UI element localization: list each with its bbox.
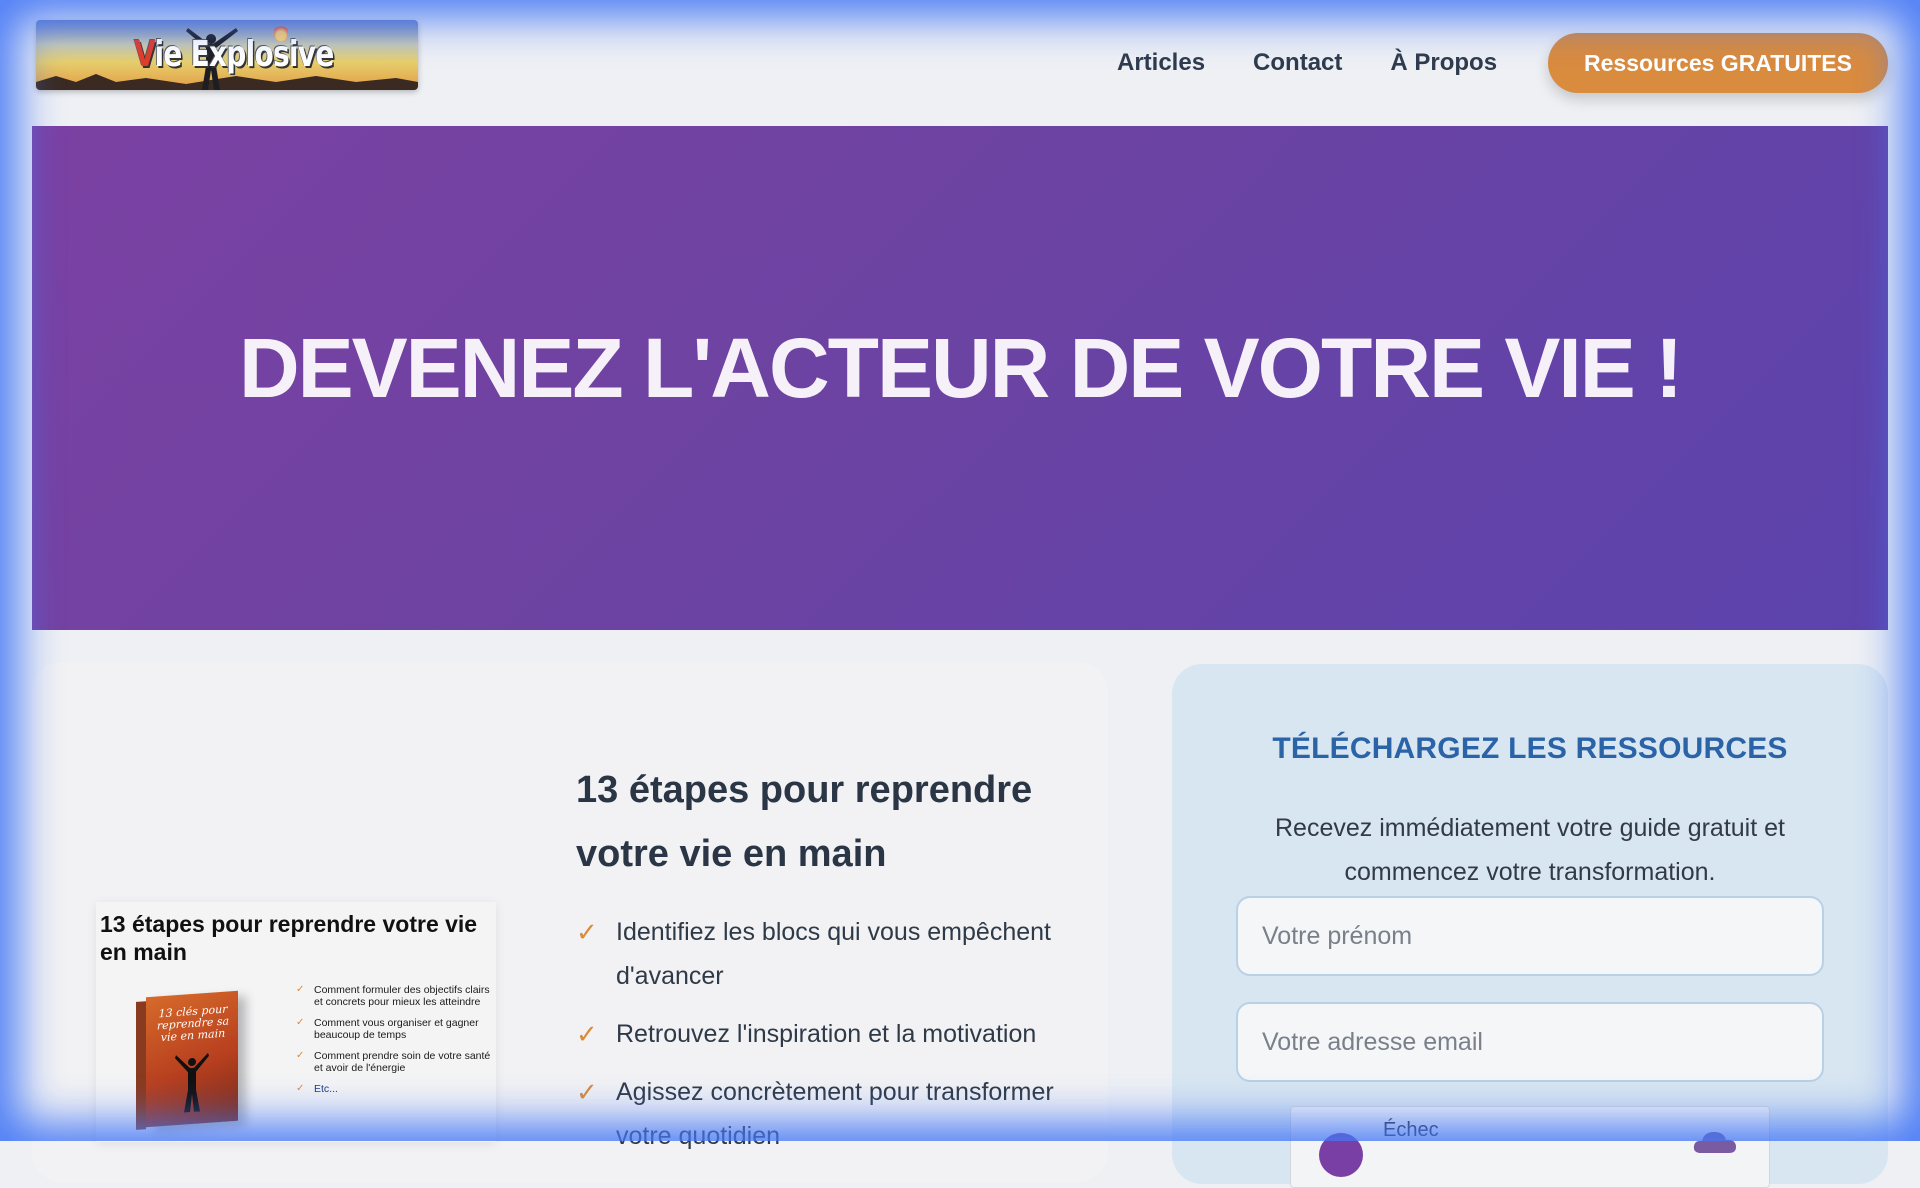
hero-title: DEVENEZ L'ACTEUR DE VOTRE VIE ! (238, 321, 1683, 415)
checkmark-icon: ✓ (576, 917, 598, 947)
ebook-points: Comment formuler des objectifs clairs et… (296, 984, 496, 1104)
signup-card: TÉLÉCHARGEZ LES RESSOURCES Recevez imméd… (1172, 664, 1888, 1188)
benefit-text: Identifiez les blocs qui vous empêchent … (616, 918, 1051, 990)
guide-title: 13 étapes pour reprendre votre vie en ma… (576, 769, 1033, 875)
nav-link-articles[interactable]: Articles (1117, 46, 1205, 80)
ebook-title: 13 étapes pour reprendre votre vie en ma… (100, 911, 478, 965)
firstname-input[interactable] (1236, 896, 1824, 976)
ebook-point: Comment formuler des objectifs clairs et… (296, 984, 496, 1008)
guide-card: 13 étapes pour reprendre votre vie en ma… (32, 662, 1108, 1182)
person-silhouette-icon (175, 1052, 209, 1113)
free-resources-button[interactable]: Ressources GRATUITES (1548, 33, 1888, 93)
cloud-icon (1693, 1132, 1736, 1153)
benefit-text: Retrouvez l'inspiration et la motivation (616, 1020, 1037, 1048)
ebook-preview: 13 étapes pour reprendre votre vie en ma… (96, 902, 496, 1142)
ebook-cover: 13 clés pour reprendre sa vie en main (146, 990, 238, 1128)
site-header: Vie Explosive Articles Contact À Propos … (0, 0, 1920, 124)
signup-description: Recevez immédiatement votre guide gratui… (1275, 814, 1785, 886)
nav-link-about[interactable]: À Propos (1390, 46, 1497, 80)
site-logo[interactable]: Vie Explosive (36, 20, 418, 90)
main-nav: Articles Contact À Propos (1117, 46, 1545, 80)
benefit-item: ✓ Agissez concrètement pour transformer v… (576, 1070, 1096, 1158)
checkmark-icon: ✓ (576, 1077, 598, 1107)
nav-link-contact[interactable]: Contact (1253, 46, 1342, 80)
logo-wordmark: Vie Explosive (134, 34, 334, 75)
benefit-list: ✓ Identifiez les blocs qui vous empêchent… (576, 910, 1096, 1172)
captcha-status-text: Échec (1383, 1119, 1439, 1141)
hero-banner: DEVENEZ L'ACTEUR DE VOTRE VIE ! (32, 126, 1888, 630)
signup-heading: TÉLÉCHARGEZ LES RESSOURCES (1272, 732, 1788, 765)
ebook-cover-text: 13 clés pour reprendre sa vie en main (156, 1002, 230, 1045)
ebook-point: Comment vous organiser et gagner beaucou… (296, 1017, 496, 1041)
captcha-widget[interactable]: Échec (1290, 1106, 1770, 1188)
benefit-item: ✓ Identifiez les blocs qui vous empêchent… (576, 910, 1096, 998)
ebook-point: Comment prendre soin de votre santé et a… (296, 1050, 496, 1074)
ebook-point: Etc... (296, 1083, 496, 1095)
checkmark-icon: ✓ (576, 1019, 598, 1049)
email-input[interactable] (1236, 1002, 1824, 1082)
benefit-text: Agissez concrètement pour transformer vo… (616, 1078, 1054, 1150)
captcha-status-icon (1319, 1133, 1363, 1177)
benefit-item: ✓ Retrouvez l'inspiration et la motivatio… (576, 1012, 1096, 1056)
